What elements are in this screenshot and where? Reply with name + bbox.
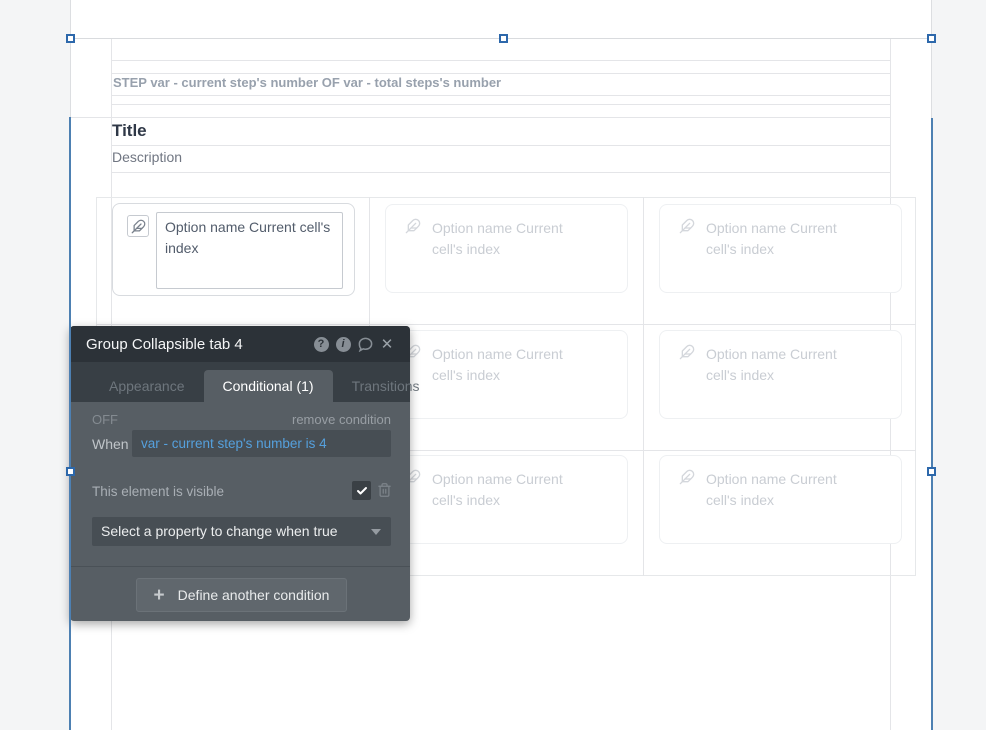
tab-appearance[interactable]: Appearance [90, 370, 204, 402]
option-cell[interactable]: Option name Current cell's index [112, 203, 355, 296]
option-text: Option name Current cell's index [706, 218, 866, 260]
visible-checkbox[interactable] [352, 481, 371, 500]
quill-icon [679, 344, 695, 365]
selection-handle[interactable] [927, 34, 936, 43]
guide-line [111, 73, 890, 74]
panel-title: Group Collapsible tab 4 [86, 336, 310, 353]
condition-expression-input[interactable]: var - current step's number is 4 [132, 430, 391, 457]
panel-header[interactable]: Group Collapsible tab 4 ? i ✕ [70, 326, 410, 362]
title-text[interactable]: Title [112, 121, 147, 141]
close-icon[interactable]: ✕ [376, 335, 398, 353]
info-icon[interactable]: i [332, 337, 354, 352]
remove-condition-link[interactable]: remove condition [292, 412, 391, 427]
define-button-label: Define another condition [178, 587, 330, 603]
when-label: When [92, 436, 129, 452]
guide-line [111, 145, 890, 146]
help-icon[interactable]: ? [310, 337, 332, 352]
guide-line [111, 95, 890, 96]
quill-icon [679, 469, 695, 490]
guide-line [111, 104, 890, 105]
option-text: Option name Current cell's index [432, 344, 592, 386]
comment-icon[interactable] [354, 337, 376, 352]
selection-handle[interactable] [66, 467, 75, 476]
guide-line [931, 0, 932, 118]
quill-icon [405, 218, 421, 239]
option-cell-ghost[interactable]: Option name Current cell's index [385, 455, 628, 544]
guide-line [111, 60, 890, 61]
option-text: Option name Current cell's index [432, 469, 592, 511]
delete-property-icon[interactable] [377, 482, 392, 503]
option-cell-ghost[interactable]: Option name Current cell's index [385, 204, 628, 293]
panel-tab-strip: Appearance Conditional (1) Transitions [70, 362, 410, 402]
quill-icon [679, 218, 695, 239]
repeating-group-column-divider [643, 197, 644, 576]
description-text[interactable]: Description [112, 149, 182, 165]
option-cell-ghost[interactable]: Option name Current cell's index [659, 330, 902, 419]
selection-handle[interactable] [499, 34, 508, 43]
tab-transitions[interactable]: Transitions [333, 370, 439, 402]
property-editor-panel[interactable]: Group Collapsible tab 4 ? i ✕ Appearance… [70, 326, 410, 621]
option-text: Option name Current cell's index [706, 344, 866, 386]
panel-footer: + Define another condition [70, 566, 410, 621]
guide-line [70, 0, 71, 117]
selection-edge-left[interactable] [69, 117, 71, 730]
panel-body: OFF remove condition When var - current … [70, 402, 410, 566]
plus-icon: + [154, 586, 165, 605]
property-select-dropdown[interactable]: Select a property to change when true [92, 517, 391, 546]
option-text: Option name Current cell's index [706, 469, 866, 511]
step-indicator-text[interactable]: STEP var - current step's number OF var … [113, 75, 713, 90]
condition-off-label: OFF [92, 412, 118, 427]
guide-line [111, 172, 890, 173]
option-cell-ghost[interactable]: Option name Current cell's index [659, 455, 902, 544]
define-another-condition-button[interactable]: + Define another condition [136, 578, 347, 612]
selection-edge-right[interactable] [931, 118, 933, 730]
option-text-element[interactable]: Option name Current cell's index [156, 212, 343, 289]
chevron-down-icon [371, 529, 381, 535]
guide-line [70, 117, 890, 118]
repeating-group-row-divider [96, 324, 916, 325]
selection-handle[interactable] [927, 467, 936, 476]
quill-icon[interactable] [127, 215, 149, 237]
element-visible-label: This element is visible [92, 484, 224, 499]
property-select-placeholder: Select a property to change when true [101, 523, 338, 539]
tab-conditional[interactable]: Conditional (1) [204, 370, 333, 402]
selection-handle[interactable] [66, 34, 75, 43]
option-cell-ghost[interactable]: Option name Current cell's index [659, 204, 902, 293]
option-text: Option name Current cell's index [432, 218, 592, 260]
